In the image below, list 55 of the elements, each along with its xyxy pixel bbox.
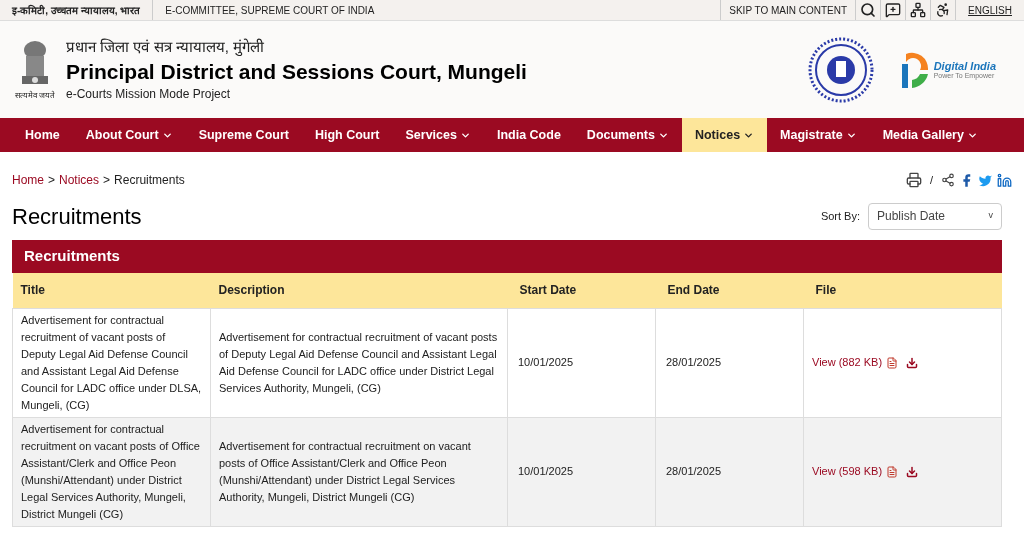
column-header: File bbox=[803, 273, 1002, 308]
table-cell: 10/01/2025 bbox=[507, 308, 656, 417]
breadcrumb-separator: > bbox=[103, 172, 111, 189]
download-icon[interactable] bbox=[906, 356, 919, 369]
search-icon[interactable] bbox=[860, 2, 877, 18]
table-cell: 10/01/2025 bbox=[507, 417, 656, 526]
table-cell: Advertisement for contractual recruitment of vacant posts of Deputy Legal Aid Defense Council and Assistant Legal Aid Defense Council for LADC office under District Legal Services Authority, Mungeli, (CG) bbox=[210, 308, 508, 417]
nav-item[interactable]: Notices bbox=[681, 118, 768, 152]
table-cell: Advertisement for contractual recruitment of vacant posts of Deputy Legal Aid Defense Council and Assistant Legal Aid Defense Council for LADC office under DLSA, Mungeli, (CG) bbox=[12, 308, 211, 417]
view-link[interactable]: View (598 KB) bbox=[812, 463, 883, 480]
hindi-title: प्रधान जिला एवं सत्र न्यायालय, मुंगेली bbox=[66, 37, 265, 58]
language-link[interactable]: ENGLISH bbox=[968, 2, 1012, 18]
sitemap-icon[interactable] bbox=[910, 2, 927, 18]
nav-item[interactable]: Home bbox=[12, 118, 73, 152]
top-bar-link[interactable]: E-COMMITTEE, SUPREME COURT OF INDIA bbox=[153, 0, 387, 20]
nav-item[interactable]: Documents bbox=[573, 118, 682, 152]
table-cell: Advertisement for contractual recruitment on vacant posts of Office Assistant/Clerk and Office Peon (Munshi/Attendant) under District Legal Services Authority, Mungeli, District Mungeli (CG) bbox=[12, 417, 211, 526]
breadcrumb-item: Recruitments bbox=[114, 172, 185, 189]
linkedin-icon[interactable] bbox=[997, 172, 1012, 188]
nav-item[interactable]: Magistrate bbox=[767, 118, 870, 152]
sort-label: Sort By: bbox=[820, 208, 860, 224]
skip-link[interactable]: SKIP TO MAIN CONTENT bbox=[720, 0, 856, 20]
nav-item[interactable]: India Code bbox=[483, 118, 574, 152]
column-header: Title bbox=[12, 273, 211, 308]
nav-item[interactable]: Media Gallery bbox=[869, 118, 991, 152]
table-cell: 28/01/2025 bbox=[655, 417, 804, 526]
site-subtitle: e-Courts Mission Mode Project bbox=[66, 85, 232, 103]
sort-select[interactable]: Publish Date v bbox=[868, 202, 1002, 230]
download-icon[interactable] bbox=[906, 465, 919, 478]
nav-item[interactable]: Supreme Court bbox=[185, 118, 302, 152]
print-icon[interactable] bbox=[905, 172, 922, 188]
pdf-icon bbox=[886, 465, 899, 478]
emblem-motto: सत्यमेव जयते bbox=[14, 89, 56, 102]
table-cell: 28/01/2025 bbox=[655, 308, 804, 417]
nav-item[interactable]: About Court bbox=[72, 118, 186, 152]
column-header: End Date bbox=[655, 273, 804, 308]
column-header: Start Date bbox=[507, 273, 656, 308]
table-cell: Advertisement for contractual recruitment on vacant posts of Office Assistant/Clerk and Office Peon (Munshi/Attendant) under District Legal Services Authority, Mungeli, District Mungeli (CG) bbox=[210, 417, 508, 526]
table-title: Recruitments bbox=[12, 240, 1002, 273]
breadcrumb-separator: > bbox=[48, 172, 56, 189]
view-link[interactable]: View (882 KB) bbox=[812, 354, 883, 371]
top-bar-link[interactable]: इ-कमिटी, उच्चतम न्यायालय, भारत bbox=[0, 0, 154, 20]
nav-item[interactable]: High Court bbox=[301, 118, 393, 152]
breadcrumb-item[interactable]: Home bbox=[12, 171, 44, 189]
breadcrumb-item[interactable]: Notices bbox=[59, 171, 100, 189]
feedback-icon[interactable] bbox=[885, 2, 902, 18]
page-title: Recruitments bbox=[12, 202, 142, 231]
logo-name: Digital India bbox=[933, 60, 996, 72]
site-title: Principal District and Sessions Court, Mungeli bbox=[66, 58, 527, 85]
share-icon[interactable] bbox=[941, 173, 955, 187]
nav-item[interactable]: Services bbox=[392, 118, 484, 152]
court-seal-icon bbox=[807, 36, 874, 103]
pdf-icon bbox=[886, 356, 899, 369]
column-header: Description bbox=[210, 273, 508, 308]
share-separator: / bbox=[929, 172, 933, 188]
